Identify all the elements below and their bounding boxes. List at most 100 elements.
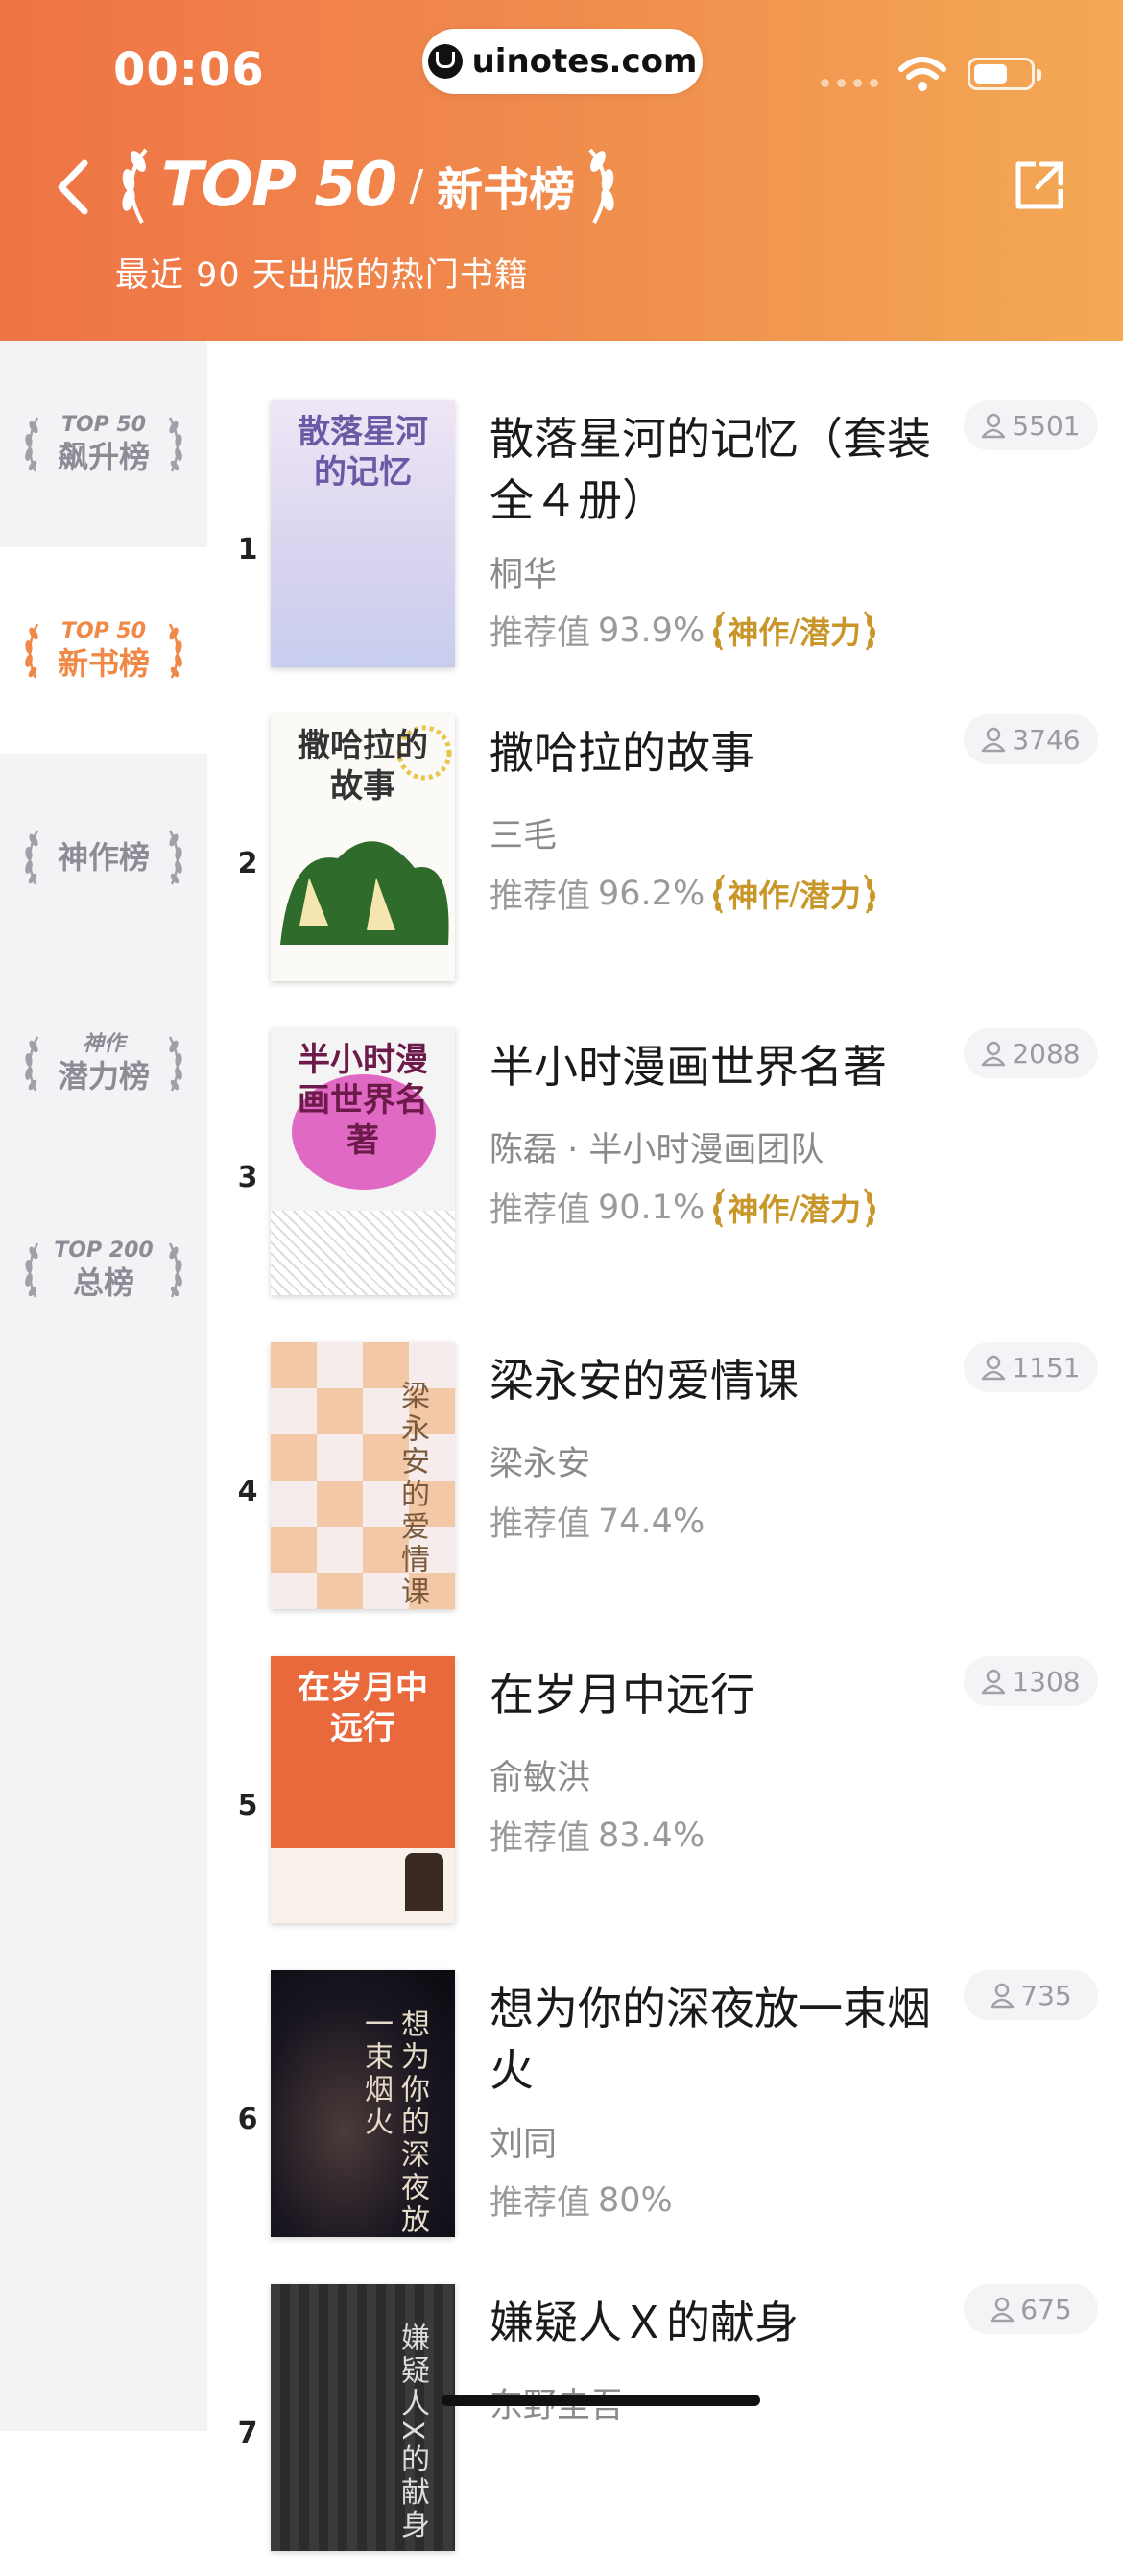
reader-count[interactable]: 675	[964, 2284, 1098, 2334]
laurel-left-icon	[122, 148, 148, 224]
laurel-right-icon	[168, 1035, 182, 1092]
badge-masterpiece: 神作	[728, 614, 790, 651]
book-cover-title: 撒哈拉的故事	[298, 727, 428, 806]
user-icon	[982, 1355, 1006, 1381]
book-rank: 5	[237, 1789, 258, 1822]
sidebar-label: TOP 50 新书榜	[17, 619, 190, 683]
sidebar-item-rising[interactable]: TOP 50 飙升榜	[0, 341, 207, 547]
user-icon	[991, 2297, 1015, 2323]
book-cover-title: 嫌疑人X的献身	[395, 2323, 429, 2542]
reader-count[interactable]: 5501	[964, 400, 1098, 450]
reader-count[interactable]: 1308	[964, 1656, 1098, 1706]
book-title[interactable]: 撒哈拉的故事	[490, 722, 950, 783]
book-row[interactable]: 4 梁永安的爱情课 梁永安的爱情课 梁永安 推荐值 74.4% 1151	[207, 1321, 1123, 1634]
book-cover[interactable]: 撒哈拉的故事	[271, 714, 455, 981]
recommend-score: 推荐值 96.2% 神作 / 潜力	[490, 869, 878, 918]
badge-separator: /	[789, 1189, 800, 1226]
book-row[interactable]: 2 撒哈拉的故事 撒哈拉的故事 三毛 推荐值 96.2% 神作 / 潜力 374…	[207, 693, 1123, 1006]
reader-count[interactable]: 3746	[964, 714, 1098, 764]
sidebar-label: TOP 200 总榜	[17, 1239, 190, 1302]
book-rank: 4	[237, 1475, 258, 1508]
book-title[interactable]: 嫌疑人Ｘ的献身	[490, 2292, 950, 2353]
user-icon	[982, 413, 1006, 439]
recommend-value: 93.9%	[598, 611, 705, 650]
user-icon	[991, 1983, 1015, 2009]
sidebar-item-label: 新书榜	[57, 644, 150, 682]
book-author[interactable]: 俞敏洪	[490, 1750, 590, 1799]
book-cover[interactable]: 梁永安的爱情课	[271, 1342, 455, 1609]
book-cover[interactable]: 嫌疑人X的献身	[271, 2284, 455, 2551]
recommend-score: 推荐值 90.1% 神作 / 潜力	[490, 1183, 878, 1232]
book-title[interactable]: 散落星河的记忆（套装全４册）	[490, 408, 950, 531]
book-author[interactable]: 陈磊 · 半小时漫画团队	[490, 1122, 824, 1171]
badge-potential: 潜力	[800, 1191, 862, 1228]
book-cover-title: 梁永安的爱情课	[395, 1381, 429, 1609]
book-author[interactable]: 桐华	[490, 547, 557, 596]
laurel-left-icon	[25, 829, 39, 885]
laurel-left-icon	[713, 873, 726, 914]
laurel-right-icon	[168, 622, 182, 679]
laurel-left-icon	[25, 622, 39, 679]
book-cover[interactable]: 散落星河的记忆	[271, 400, 455, 667]
user-icon	[982, 1669, 1006, 1695]
reader-count-value: 2088	[1012, 1037, 1081, 1070]
recommend-value: 83.4%	[598, 1816, 705, 1855]
page-subtitle: 最近 90 天出版的热门书籍	[115, 256, 529, 295]
page-title: TOP 50 / 新书榜	[113, 142, 623, 229]
laurel-right-icon	[168, 416, 182, 472]
reader-count-value: 5501	[1012, 409, 1081, 442]
laurel-right-icon	[168, 1241, 182, 1298]
badge-separator: /	[789, 612, 800, 649]
book-rank: 6	[237, 2103, 258, 2136]
home-indicator	[442, 2395, 760, 2406]
book-cover[interactable]: 半小时漫画世界名著	[271, 1028, 455, 1295]
book-title[interactable]: 在岁月中远行	[490, 1664, 950, 1725]
reader-count-value: 1151	[1012, 1351, 1081, 1384]
sidebar-item-potential[interactable]: 神作 潜力榜	[0, 960, 207, 1167]
sidebar-item-overall[interactable]: TOP 200 总榜	[0, 1167, 207, 1373]
sidebar-item-label: 潜力榜	[57, 1057, 150, 1095]
book-author[interactable]: 梁永安	[490, 1436, 590, 1485]
book-author[interactable]: 刘同	[490, 2117, 557, 2166]
book-row[interactable]: 1 散落星河的记忆 散落星河的记忆（套装全４册） 桐华 推荐值 93.9% 神作…	[207, 379, 1123, 692]
award-badge: 神作 / 潜力	[710, 872, 878, 916]
laurel-right-icon	[863, 610, 876, 651]
book-title[interactable]: 想为你的深夜放一束烟火	[490, 1978, 950, 2101]
url-pill[interactable]: uinotes.com	[422, 29, 703, 94]
book-row[interactable]: 6 想为你的深夜放一束烟火 想为你的深夜放一束烟火 刘同 推荐值 80% 735	[207, 1949, 1123, 2262]
sidebar-item-masterpiece[interactable]: 神作榜	[0, 754, 207, 960]
reader-count-value: 675	[1020, 2293, 1072, 2325]
laurel-left-icon	[25, 416, 39, 472]
book-cover-title: 想为你的深夜放一束烟火	[359, 2009, 429, 2237]
sidebar: TOP 50 飙升榜 TOP 50 新书榜 神作榜 神作 潜力榜 TOP 200…	[0, 341, 207, 2431]
book-row[interactable]: 3 半小时漫画世界名著 半小时漫画世界名著 陈磊 · 半小时漫画团队 推荐值 9…	[207, 1007, 1123, 1320]
book-author[interactable]: 三毛	[490, 808, 557, 857]
laurel-left-icon	[713, 610, 726, 651]
book-cover[interactable]: 在岁月中远行	[271, 1656, 455, 1923]
recommend-score: 推荐值 74.4%	[490, 1497, 705, 1546]
laurel-right-icon	[863, 1187, 876, 1228]
signal-dots-icon	[821, 79, 878, 87]
sidebar-label: TOP 50 飙升榜	[17, 413, 190, 476]
reader-count[interactable]: 735	[964, 1970, 1098, 2020]
book-row[interactable]: 5 在岁月中远行 在岁月中远行 俞敏洪 推荐值 83.4% 1308	[207, 1635, 1123, 1948]
book-title[interactable]: 梁永安的爱情课	[490, 1350, 950, 1411]
reader-count[interactable]: 1151	[964, 1342, 1098, 1392]
reader-count-value: 735	[1020, 1979, 1072, 2011]
sidebar-item-label: 飙升榜	[57, 438, 150, 475]
back-arrow-icon[interactable]	[48, 154, 106, 221]
book-row[interactable]: 7 嫌疑人X的献身 嫌疑人Ｘ的献身 东野圭吾 675	[207, 2263, 1123, 2576]
badge-potential: 潜力	[800, 877, 862, 914]
reader-count[interactable]: 2088	[964, 1028, 1098, 1078]
book-cover-title: 在岁月中远行	[298, 1669, 428, 1747]
badge-potential: 潜力	[800, 614, 862, 651]
sidebar-label: 神作 潜力榜	[17, 1032, 190, 1095]
book-title[interactable]: 半小时漫画世界名著	[490, 1036, 950, 1097]
book-rank: 3	[237, 1161, 258, 1194]
title-separator: /	[409, 160, 424, 210]
book-cover-title: 半小时漫画世界名著	[298, 1041, 428, 1160]
book-cover[interactable]: 想为你的深夜放一束烟火	[271, 1970, 455, 2237]
share-icon[interactable]	[1013, 158, 1066, 212]
sidebar-item-new-books[interactable]: TOP 50 新书榜	[0, 547, 207, 754]
badge-separator: /	[789, 875, 800, 912]
